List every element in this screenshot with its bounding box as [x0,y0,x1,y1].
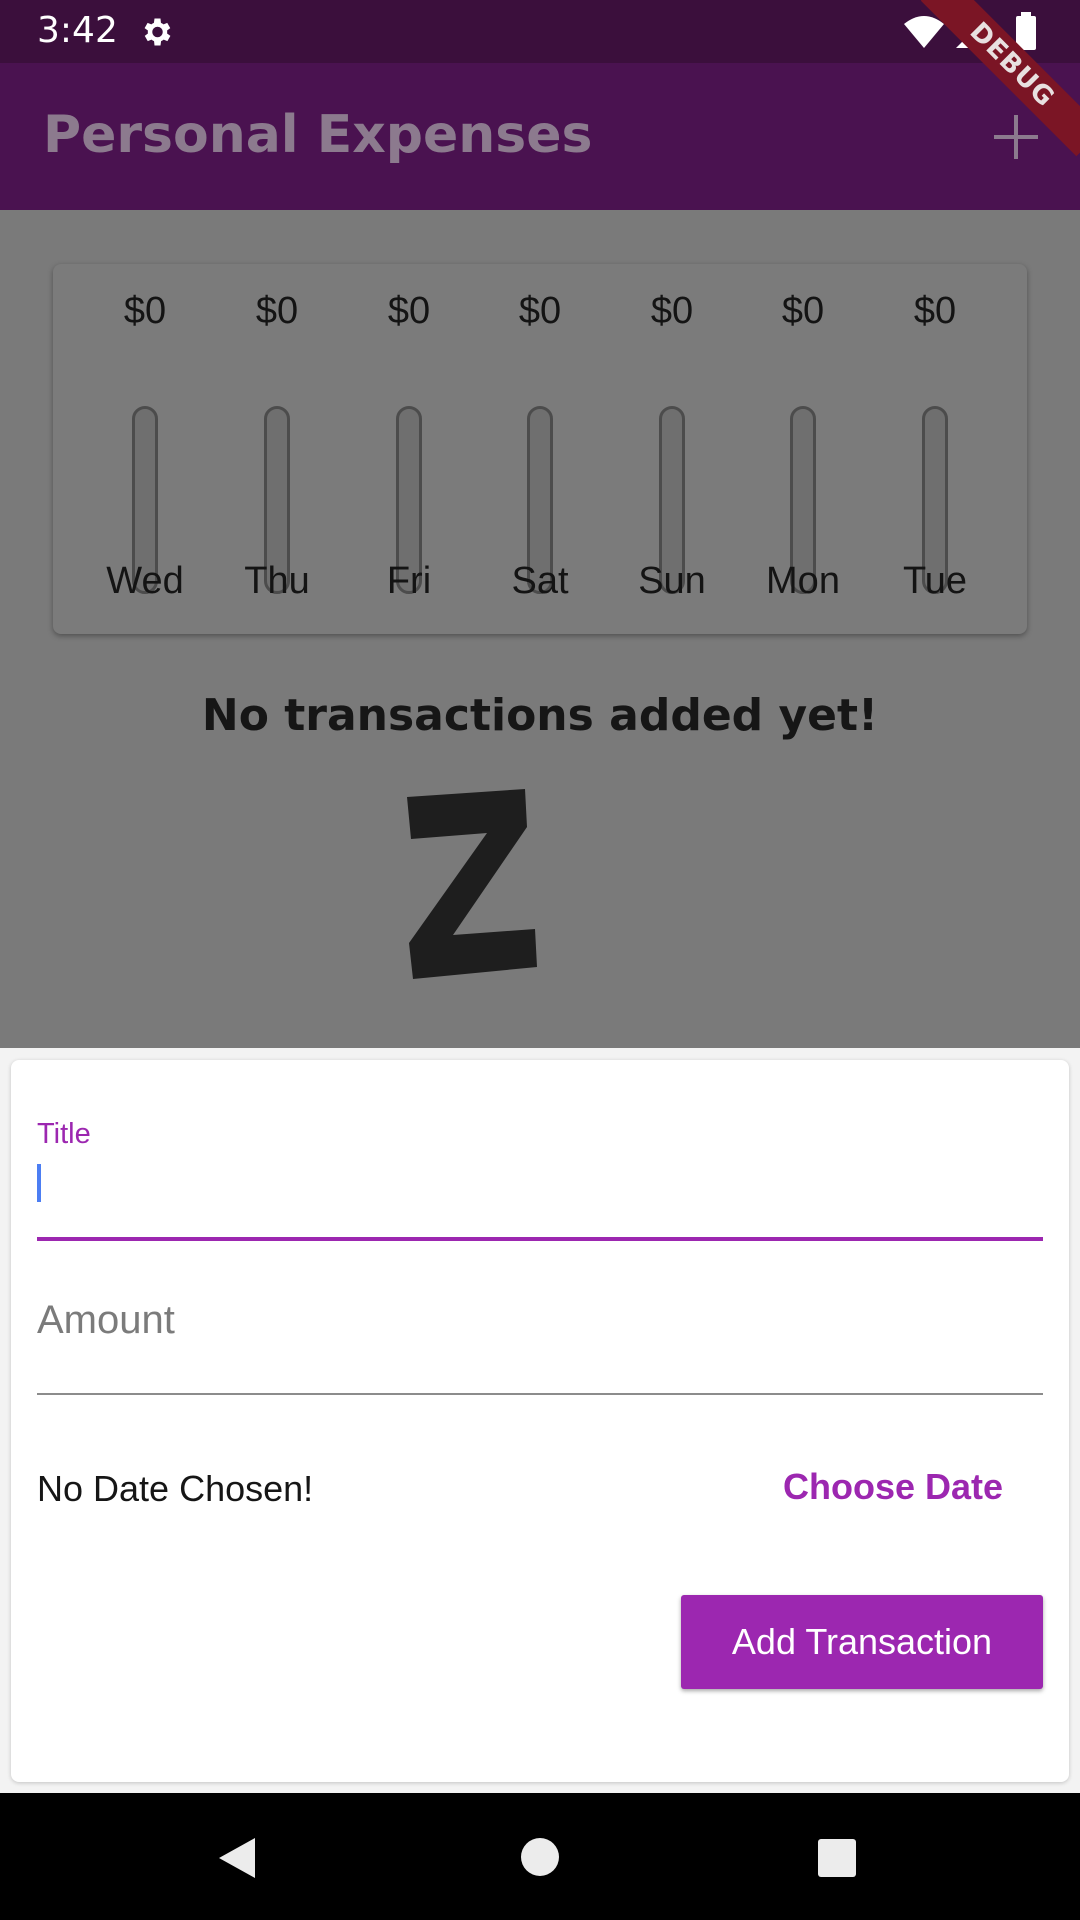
system-nav-bar [0,1793,1080,1920]
chart-amount: $0 [913,290,957,332]
chart-day: Sat [511,560,569,602]
recent-apps-icon[interactable] [817,1838,857,1878]
chart-amount: $0 [650,290,694,332]
main-content: $0 Wed $0 Thu $0 Fri $0 Sat $0 Sun $0 Mo… [0,210,1080,1050]
chart-day: Thu [244,560,310,602]
sleeping-z-icon [407,789,537,979]
chart-column: $0 Mon [737,264,869,634]
chart-amount: $0 [387,290,431,332]
chart-amount: $0 [781,290,825,332]
home-icon[interactable] [519,1836,561,1878]
title-field-underline [37,1237,1043,1241]
page-title: Personal Expenses [43,105,593,165]
chart-day: Mon [766,560,840,602]
chart-day: Wed [106,560,184,602]
add-transaction-button[interactable]: Add Transaction [681,1595,1043,1689]
back-icon[interactable] [215,1836,259,1880]
chart-amount: $0 [123,290,167,332]
title-input[interactable] [37,1150,1043,1220]
debug-label: DEBUG [920,0,1080,157]
chart-day: Fri [386,560,432,602]
chart-amount: $0 [518,290,562,332]
title-field-label: Title [37,1118,91,1150]
empty-state-message: No transactions added yet! [201,690,879,741]
chart-column: $0 Sun [606,264,738,634]
chart-column: $0 Thu [211,264,343,634]
chart-column: $0 Fri [343,264,475,634]
chart-card: $0 Wed $0 Thu $0 Fri $0 Sat $0 Sun $0 Mo… [53,264,1027,634]
gear-icon [144,18,171,46]
date-status-text: No Date Chosen! [37,1468,314,1509]
choose-date-button[interactable]: Choose Date [763,1460,1023,1514]
chart-amount: $0 [255,290,299,332]
debug-banner: DEBUG [920,0,1080,160]
status-bar: 3:42 [0,0,1080,63]
status-time: 3:42 [37,10,118,51]
chart-day: Sun [638,560,706,602]
amount-field-underline [37,1393,1043,1395]
amount-input[interactable] [37,1290,1043,1350]
chart-column: $0 Wed [79,264,211,634]
chart-column: $0 Sat [474,264,606,634]
app-bar: Personal Expenses [0,63,1080,210]
chart-day: Tue [902,560,968,602]
new-transaction-sheet: Title No Date Chosen! Choose Date Add Tr… [11,1060,1069,1782]
chart-column: $0 Tue [869,264,1001,634]
